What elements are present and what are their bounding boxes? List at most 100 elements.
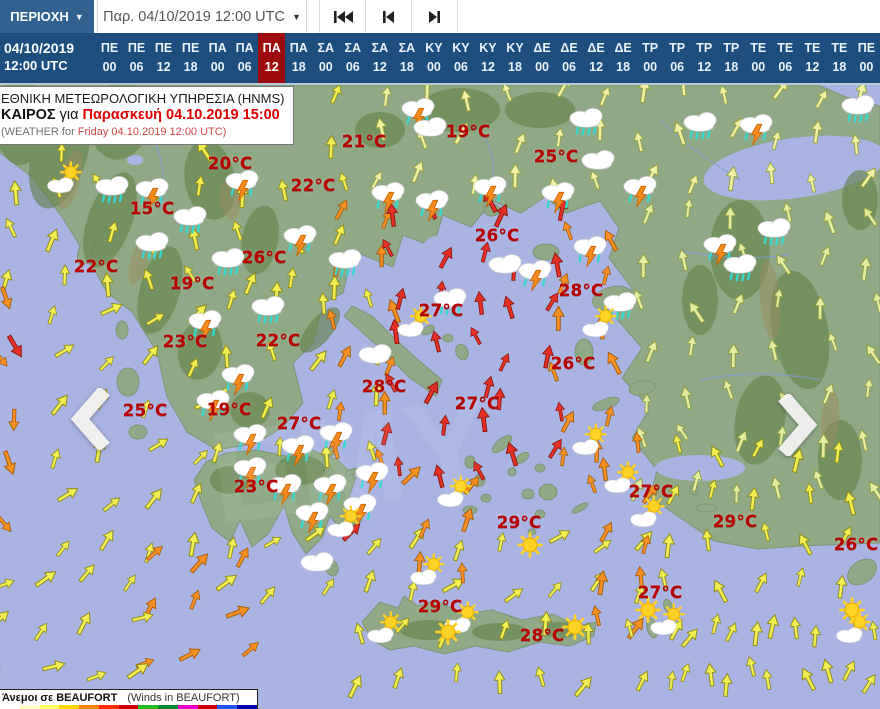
timeline-slot-ΤΡ-18[interactable]: ΤΡ 18 bbox=[718, 33, 745, 83]
wind-arrow-icon bbox=[120, 572, 140, 594]
storm-icon bbox=[356, 463, 388, 493]
wind-arrow-icon bbox=[818, 657, 838, 685]
temperature-label: 19°C bbox=[445, 122, 491, 142]
wind-arrow-icon bbox=[190, 447, 212, 468]
wind-arrow-icon bbox=[678, 385, 696, 411]
slot-hour: 18 bbox=[508, 60, 522, 74]
timeline-slot-ΠΕ-12[interactable]: ΠΕ 12 bbox=[150, 33, 177, 83]
wind-arrow-icon bbox=[0, 661, 4, 683]
timeline-slot-ΣΑ-06[interactable]: ΣΑ 06 bbox=[339, 33, 366, 83]
timeline-slot-ΠΕ-06[interactable]: ΠΕ 06 bbox=[123, 33, 150, 83]
region-dropdown-button[interactable]: ΠΕΡΙΟΧΗ ▼ bbox=[0, 0, 94, 33]
timeline-slot-ΤΕ-00[interactable]: ΤΕ 00 bbox=[745, 33, 772, 83]
timeline-slot-ΠΑ-00[interactable]: ΠΑ 00 bbox=[204, 33, 231, 83]
wind-arrow-icon bbox=[560, 219, 576, 242]
storm-icon bbox=[314, 475, 346, 505]
chevron-down-icon: ▼ bbox=[74, 11, 84, 22]
map-title-line2: ΚΑΙΡΟΣ για Παρασκευή 04.10.2019 15:00 bbox=[1, 107, 280, 123]
suncloud-icon bbox=[48, 162, 81, 192]
temperature-label: 28°C bbox=[361, 377, 407, 397]
map-title-line3: (WEATHER for Friday 04.10.2019 12:00 UTC… bbox=[1, 126, 227, 138]
timeline-slot-ΔΕ-06[interactable]: ΔΕ 06 bbox=[556, 33, 583, 83]
wind-arrow-icon bbox=[232, 544, 253, 570]
timeline-slot-ΔΕ-18[interactable]: ΔΕ 18 bbox=[610, 33, 637, 83]
suncloud-icon bbox=[583, 306, 616, 336]
timeline-slot-ΠΑ-18[interactable]: ΠΑ 18 bbox=[285, 33, 312, 83]
wind-arrow-icon bbox=[334, 400, 346, 422]
storm-icon bbox=[416, 191, 448, 221]
timeline-slot-ΤΡ-00[interactable]: ΤΡ 00 bbox=[637, 33, 664, 83]
pan-right-button[interactable] bbox=[776, 394, 820, 456]
pan-left-button[interactable] bbox=[68, 388, 112, 450]
timeline-slot-ΤΕ-12[interactable]: ΤΕ 12 bbox=[799, 33, 826, 83]
wind-arrow-icon bbox=[389, 665, 407, 691]
timeline-slot-ΣΑ-12[interactable]: ΣΑ 12 bbox=[366, 33, 393, 83]
sun-icon bbox=[435, 619, 461, 645]
wind-arrow-icon bbox=[682, 197, 695, 219]
slot-day: ΔΕ bbox=[560, 41, 578, 55]
temperature-label: 20°C bbox=[207, 154, 253, 174]
slot-day: ΤΕ bbox=[750, 41, 767, 55]
timeline-slot-ΠΕ-00[interactable]: ΠΕ 00 bbox=[853, 33, 880, 83]
wind-arrow-icon bbox=[501, 584, 527, 606]
timeline-slot-ΤΕ-06[interactable]: ΤΕ 06 bbox=[772, 33, 799, 83]
timeline-slot-ΣΑ-00[interactable]: ΣΑ 00 bbox=[312, 33, 339, 83]
wind-arrow-icon bbox=[223, 287, 240, 311]
storm-icon bbox=[284, 226, 316, 256]
slot-hour: 06 bbox=[129, 60, 144, 74]
forecast-map: EMY bbox=[0, 85, 880, 709]
wind-arrow-icon bbox=[130, 609, 155, 626]
step-forward-button[interactable] bbox=[412, 0, 458, 33]
timeline-slot-ΔΕ-00[interactable]: ΔΕ 00 bbox=[529, 33, 556, 83]
wind-arrow-icon bbox=[859, 204, 880, 229]
slot-day: ΠΕ bbox=[857, 41, 876, 55]
wind-arrow-icon bbox=[597, 456, 612, 482]
slot-hour: 06 bbox=[670, 60, 685, 74]
slot-day: ΤΡ bbox=[669, 41, 686, 55]
timeline-slot-ΣΑ-18[interactable]: ΣΑ 18 bbox=[393, 33, 420, 83]
wind-arrow-icon bbox=[724, 205, 737, 230]
rain-icon bbox=[174, 207, 206, 233]
slot-hour: 12 bbox=[481, 60, 495, 74]
timeline-slot-ΚΥ-12[interactable]: ΚΥ 12 bbox=[474, 33, 501, 83]
wind-arrow-icon bbox=[275, 178, 292, 202]
timeline-slot-ΤΕ-18[interactable]: ΤΕ 18 bbox=[826, 33, 853, 83]
timeline-slot-ΚΥ-06[interactable]: ΚΥ 06 bbox=[447, 33, 474, 83]
skip-to-first-button[interactable] bbox=[319, 0, 366, 33]
wind-arrow-icon bbox=[684, 172, 702, 196]
wind-arrow-icon bbox=[41, 657, 67, 675]
storm-icon bbox=[542, 183, 574, 213]
wind-arrow-icon bbox=[473, 290, 488, 316]
wind-arrow-icon bbox=[814, 295, 827, 320]
wind-arrow-icon bbox=[639, 201, 658, 226]
timeline-slot-ΚΥ-18[interactable]: ΚΥ 18 bbox=[501, 33, 528, 83]
slot-day: ΔΕ bbox=[614, 41, 632, 55]
wind-arrow-icon bbox=[688, 468, 705, 493]
slot-hour: 18 bbox=[399, 60, 414, 74]
step-back-button[interactable] bbox=[366, 0, 412, 33]
timeline-slot-ΠΕ-18[interactable]: ΠΕ 18 bbox=[177, 33, 204, 83]
timeline-slot-ΠΑ-06[interactable]: ΠΑ 06 bbox=[231, 33, 258, 83]
timeline-slot-ΠΑ-12[interactable]: ΠΑ 12 bbox=[258, 33, 286, 83]
wind-arrow-icon bbox=[8, 179, 23, 206]
wind-arrow-icon bbox=[139, 342, 163, 368]
wind-arrow-icon bbox=[44, 304, 60, 326]
timeline-slot-ΚΥ-00[interactable]: ΚΥ 00 bbox=[420, 33, 447, 83]
timeline-slot-ΤΡ-06[interactable]: ΤΡ 06 bbox=[664, 33, 691, 83]
wind-arrow-icon bbox=[327, 85, 345, 106]
beaufort-scale-segment bbox=[138, 705, 159, 709]
wind-arrow-icon bbox=[219, 344, 234, 369]
slot-hour: 06 bbox=[237, 60, 252, 74]
wind-arrow-icon bbox=[812, 87, 832, 111]
wind-arrow-icon bbox=[466, 325, 485, 347]
timeline-slot-ΤΡ-12[interactable]: ΤΡ 12 bbox=[691, 33, 718, 83]
wind-arrow-icon bbox=[677, 661, 693, 684]
timeline-slot-ΠΕ-00[interactable]: ΠΕ 00 bbox=[96, 33, 123, 83]
wind-arrow-icon bbox=[85, 667, 109, 685]
storm-icon bbox=[740, 115, 772, 145]
timeline-slot-ΔΕ-12[interactable]: ΔΕ 12 bbox=[583, 33, 610, 83]
rain-icon bbox=[842, 96, 874, 122]
slot-day: ΠΕ bbox=[154, 41, 173, 55]
datetime-dropdown-button[interactable]: Παρ. 04/10/2019 12:00 UTC ▼ bbox=[97, 0, 307, 33]
wind-arrow-icon bbox=[553, 127, 566, 148]
